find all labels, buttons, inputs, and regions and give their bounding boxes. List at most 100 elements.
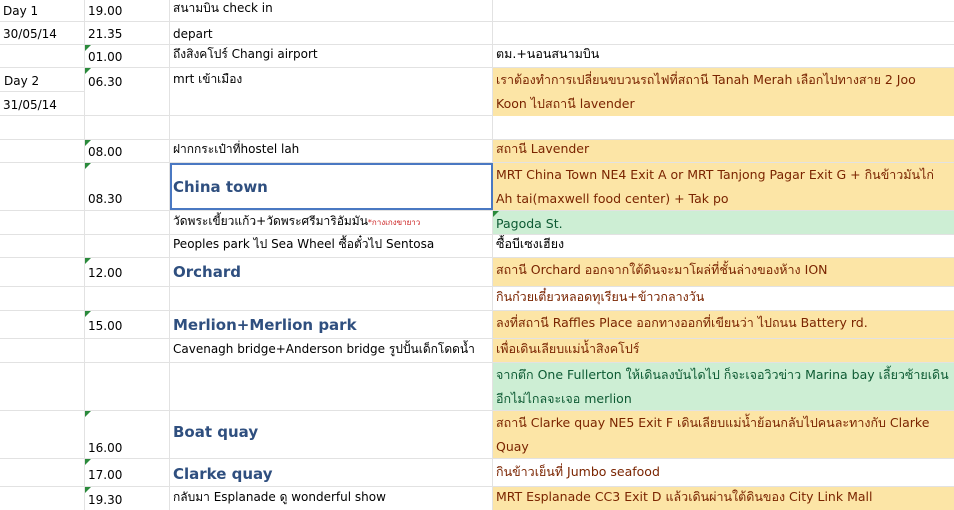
cell-day[interactable] <box>0 211 85 234</box>
cell-activity[interactable]: ถึงสิงคโปร์ Changi airport <box>170 45 493 67</box>
table-row: 12.00 Orchard สถานี Orchard ออกจากใต้ดิน… <box>0 258 954 287</box>
cell-note[interactable]: Pagoda St. <box>493 211 954 234</box>
cell-note[interactable] <box>493 116 954 139</box>
time-label: 08.30 <box>88 192 123 206</box>
date-label: 31/05/14 <box>3 98 57 112</box>
cell-note[interactable]: MRT Esplanade CC3 Exit D แล้วเดินผ่านใต้… <box>493 487 954 510</box>
cell-note[interactable]: กินก๋วยเตี๋ยวหลอดทุเรียน+ข้าวกลางวัน <box>493 287 954 310</box>
cell-note[interactable]: MRT China Town NE4 Exit A or MRT Tanjong… <box>493 163 954 210</box>
table-row: 08.30 China town MRT China Town NE4 Exit… <box>0 163 954 211</box>
cell-day[interactable] <box>0 487 85 510</box>
cell-note[interactable]: เพื่อเดินเลียบแม่น้ำสิงคโปร์ <box>493 339 954 362</box>
comment-marker-icon <box>85 258 91 264</box>
cell-time[interactable]: 19.00 <box>85 0 170 21</box>
table-row: Cavenagh bridge+Anderson bridge รูปปั้นเ… <box>0 339 954 363</box>
cell-activity-selected[interactable]: China town <box>170 163 493 210</box>
cell-day[interactable] <box>0 311 85 338</box>
cell-activity[interactable]: Merlion+Merlion park <box>170 311 493 338</box>
time-label: 01.00 <box>88 50 123 64</box>
cell-note[interactable]: สถานี Orchard ออกจากใต้ดินจะมาโผล่ที่ชั้… <box>493 258 954 286</box>
cell-note[interactable]: เราต้องทำการเปลี่ยนขบวนรถไฟที่สถานี Tana… <box>493 68 954 116</box>
cell-note[interactable] <box>493 22 954 44</box>
cell-day[interactable] <box>0 287 85 310</box>
cell-day[interactable] <box>0 411 85 458</box>
cell-time[interactable]: 12.00 <box>85 258 170 286</box>
cell-time[interactable]: 08.00 <box>85 140 170 162</box>
activity-text: วัดพระเขี้ยวแก้ว+วัดพระศรีมาริอัมมัน*กาง… <box>173 212 420 231</box>
cell-note[interactable]: สถานี Clarke quay NE5 Exit F เดินเลียบแม… <box>493 411 954 458</box>
cell-day[interactable]: 31/05/14 <box>0 92 85 115</box>
cell-day[interactable] <box>0 258 85 286</box>
cell-note[interactable]: จากตึก One Fullerton ให้เดินลงบันไดไป ก็… <box>493 363 954 410</box>
note-text: MRT Esplanade CC3 Exit D แล้วเดินผ่านใต้… <box>496 489 873 504</box>
cell-note[interactable]: ซื้อบีเซงเฮียง <box>493 235 954 257</box>
table-row: 30/05/14 21.35 depart <box>0 22 954 45</box>
cell-day[interactable] <box>0 116 85 139</box>
note-text: Pagoda St. <box>496 216 563 231</box>
cell-activity[interactable] <box>170 287 493 310</box>
cell-activity[interactable]: Boat quay <box>170 411 493 458</box>
cell-note[interactable] <box>493 0 954 21</box>
cell-activity[interactable]: Peoples park ไป Sea Wheel ซื้อตั๋วไป Sen… <box>170 235 493 257</box>
cell-time[interactable] <box>85 211 170 234</box>
cell-time[interactable] <box>85 363 170 410</box>
cell-time[interactable]: 08.30 <box>85 163 170 210</box>
cell-day[interactable] <box>0 363 85 410</box>
cell-activity[interactable]: Clarke quay <box>170 459 493 486</box>
cell-day[interactable]: 30/05/14 <box>0 22 85 44</box>
cell-time[interactable]: 15.00 <box>85 311 170 338</box>
cell-time[interactable] <box>85 339 170 362</box>
cell-day[interactable] <box>0 163 85 210</box>
activity-text: ฝากกระเป๋าที่hostel lah <box>173 142 300 156</box>
table-row: Peoples park ไป Sea Wheel ซื้อตั๋วไป Sen… <box>0 235 954 258</box>
note-text: กินก๋วยเตี๋ยวหลอดทุเรียน+ข้าวกลางวัน <box>496 289 705 304</box>
cell-time[interactable]: 16.00 <box>85 411 170 458</box>
cell-activity[interactable] <box>170 116 493 139</box>
cell-time[interactable]: 17.00 <box>85 459 170 486</box>
cell-time[interactable]: 21.35 <box>85 22 170 44</box>
spreadsheet-grid: Day 1 19.00 สนามบิน check in 30/05/14 21… <box>0 0 954 510</box>
table-row: 19.30 กลับมา Esplanade ดู wonderful show… <box>0 487 954 510</box>
cell-day[interactable]: Day 1 <box>0 0 85 21</box>
cell-activity[interactable]: Cavenagh bridge+Anderson bridge รูปปั้นเ… <box>170 339 493 362</box>
table-row: วัดพระเขี้ยวแก้ว+วัดพระศรีมาริอัมมัน*กาง… <box>0 211 954 235</box>
cell-activity[interactable]: กลับมา Esplanade ดู wonderful show <box>170 487 493 510</box>
cell-activity[interactable]: ฝากกระเป๋าที่hostel lah <box>170 140 493 162</box>
cell-time[interactable] <box>85 92 170 115</box>
cell-time[interactable] <box>85 116 170 139</box>
cell-day[interactable] <box>0 140 85 162</box>
table-row: 16.00 Boat quay สถานี Clarke quay NE5 Ex… <box>0 411 954 459</box>
cell-activity[interactable]: สนามบิน check in <box>170 0 493 21</box>
date-label: 30/05/14 <box>3 27 57 41</box>
note-text: เพื่อเดินเลียบแม่น้ำสิงคโปร์ <box>496 341 640 356</box>
activity-text: กลับมา Esplanade ดู wonderful show <box>173 490 386 504</box>
cell-time[interactable]: 19.30 <box>85 487 170 510</box>
activity-text: Peoples park ไป Sea Wheel ซื้อตั๋วไป Sen… <box>173 237 435 251</box>
cell-time[interactable]: 06.30 <box>85 68 170 92</box>
cell-note[interactable]: ตม.+นอนสนามบิน <box>493 45 954 67</box>
cell-activity[interactable]: mrt เข้าเมือง <box>170 68 493 92</box>
cell-activity[interactable]: depart <box>170 22 493 44</box>
activity-heading: Orchard <box>173 263 241 281</box>
comment-marker-icon <box>85 459 91 465</box>
cell-time[interactable] <box>85 287 170 310</box>
cell-time[interactable]: 01.00 <box>85 45 170 67</box>
cell-note[interactable]: สถานี Lavender <box>493 140 954 162</box>
time-label: 06.30 <box>88 75 123 89</box>
cell-day[interactable] <box>0 45 85 67</box>
cell-activity[interactable]: Orchard <box>170 258 493 286</box>
cell-activity[interactable] <box>170 92 493 115</box>
cell-day[interactable] <box>0 339 85 362</box>
table-row: 08.00 ฝากกระเป๋าที่hostel lah สถานี Lave… <box>0 140 954 163</box>
cell-note[interactable]: ลงที่สถานี Raffles Place ออกทางออกที่เขี… <box>493 311 954 338</box>
cell-day[interactable]: Day 2 <box>0 68 85 92</box>
comment-marker-icon <box>85 163 91 169</box>
cell-note[interactable]: กินข้าวเย็นที่ Jumbo seafood <box>493 459 954 486</box>
note-text: ซื้อบีเซงเฮียง <box>496 236 565 251</box>
cell-activity[interactable] <box>170 363 493 410</box>
time-label: 17.00 <box>88 468 123 482</box>
cell-day[interactable] <box>0 459 85 486</box>
cell-time[interactable] <box>85 235 170 257</box>
cell-day[interactable] <box>0 235 85 257</box>
cell-activity[interactable]: วัดพระเขี้ยวแก้ว+วัดพระศรีมาริอัมมัน*กาง… <box>170 211 493 234</box>
